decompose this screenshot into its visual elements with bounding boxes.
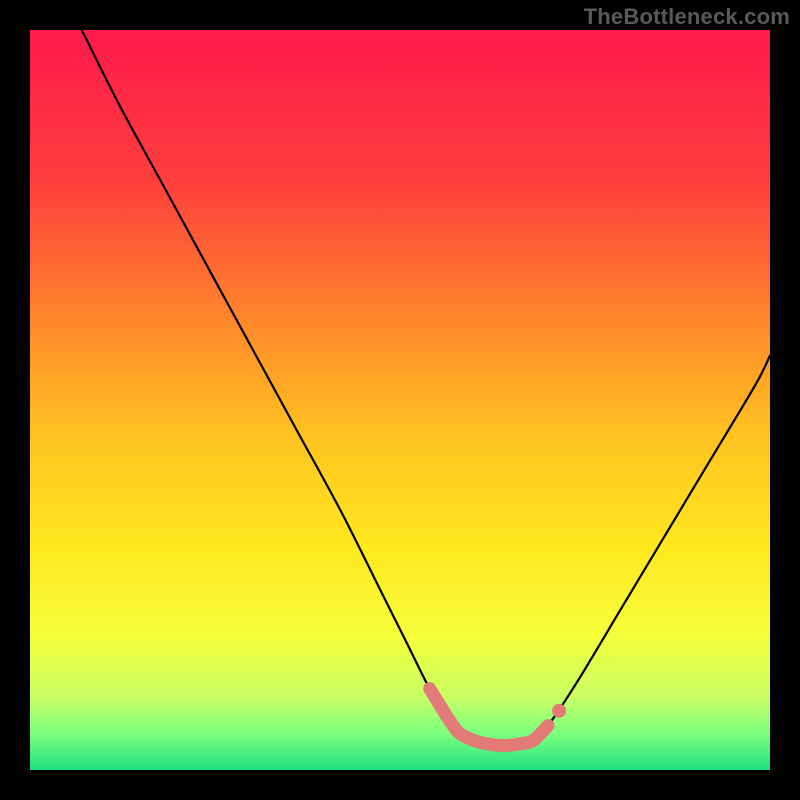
chart-frame: TheBottleneck.com bbox=[0, 0, 800, 800]
gradient-background bbox=[30, 30, 770, 770]
plot-area bbox=[30, 30, 770, 770]
highlight-dot bbox=[552, 704, 566, 718]
bottleneck-chart bbox=[30, 30, 770, 770]
watermark-text: TheBottleneck.com bbox=[584, 4, 790, 30]
